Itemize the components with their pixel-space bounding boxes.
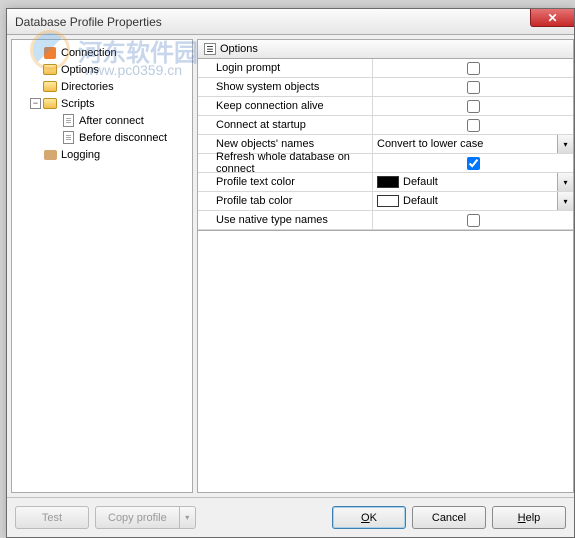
option-label[interactable]: Refresh whole database on connect [198,154,373,172]
copy-profile-group: Copy profile ▾ [95,506,196,529]
window-title: Database Profile Properties [15,15,162,29]
option-checkbox[interactable] [467,81,480,94]
tree-item-after-connect[interactable]: After connect [12,112,192,129]
titlebar[interactable]: Database Profile Properties ✕ [7,9,574,35]
tree-toggle-icon [30,81,41,92]
panel-header-label: Options [220,43,258,55]
tree-toggle-icon [30,149,41,160]
tree-toggle-icon [48,115,59,126]
tree-panel: ConnectionOptionsDirectories−ScriptsAfte… [11,39,193,493]
tree-item-label: After connect [79,115,144,127]
option-value[interactable] [373,154,573,172]
option-checkbox[interactable] [467,100,480,113]
tree-toggle-icon[interactable]: − [30,98,41,109]
copy-profile-dropdown[interactable]: ▾ [180,506,196,529]
ok-button[interactable]: OK [332,506,406,529]
chevron-down-icon[interactable]: ▾ [557,192,573,210]
option-value[interactable] [373,59,573,77]
option-value[interactable] [373,116,573,134]
dialog-window: Database Profile Properties ✕ Connection… [6,8,575,538]
tree-item-connection[interactable]: Connection [12,44,192,61]
close-button[interactable]: ✕ [530,9,574,27]
right-panel: ☰ Options Login promptShow system object… [197,39,574,493]
cancel-button[interactable]: Cancel [412,506,486,529]
content-area: Connection Options Directories − Scripts Afte… [7,35,574,497]
option-label[interactable]: Keep connection alive [198,97,373,115]
tree-item-scripts[interactable]: − Scripts [12,95,192,112]
option-label[interactable]: Login prompt [198,59,373,77]
option-label[interactable]: Use native type names [198,211,373,229]
copy-profile-button[interactable]: Copy profile [95,506,180,529]
tree-item-label: Directories [61,81,114,93]
chevron-down-icon[interactable]: ▾ [557,173,573,191]
panel-header: ☰ Options [197,39,574,59]
options-header-icon: ☰ [204,43,216,55]
option-row: Keep connection alive [198,97,573,116]
color-swatch [377,176,399,188]
test-button[interactable]: Test [15,506,89,529]
watermark-url: www.pc0359.cn [84,62,182,78]
option-row: Profile text color Default ▾ [198,173,573,192]
option-row: Show system objects [198,78,573,97]
option-row: Use native type names [198,211,573,230]
option-checkbox[interactable] [467,62,480,75]
option-label[interactable]: Show system objects [198,78,373,96]
tree-toggle-icon [48,132,59,143]
option-row: Refresh whole database on connect [198,154,573,173]
option-color-value: Default [403,176,438,188]
tree-item-logging[interactable]: Logging [12,146,192,163]
tree-item-label: Scripts [61,98,95,110]
page-icon [61,114,75,128]
option-label[interactable]: Profile text color [198,173,373,191]
option-select-value: Convert to lower case [377,138,483,150]
tree-item-directories[interactable]: Directories [12,78,192,95]
option-value[interactable] [373,78,573,96]
button-bar: Test Copy profile ▾ OK Cancel Help [7,497,574,537]
option-color-value: Default [403,195,438,207]
close-icon: ✕ [547,11,557,25]
page-icon [61,131,75,145]
option-checkbox[interactable] [467,157,480,170]
tree-item-label: Connection [61,47,117,59]
color-swatch [377,195,399,207]
option-label[interactable]: Connect at startup [198,116,373,134]
option-value[interactable] [373,211,573,229]
folder-icon [43,97,57,111]
folder-icon [43,63,57,77]
option-row: Connect at startup [198,116,573,135]
log-icon [43,148,57,162]
option-label[interactable]: Profile tab color [198,192,373,210]
tree-item-label: Before disconnect [79,132,167,144]
option-value[interactable]: Default ▾ [373,192,573,210]
tree-item-before-disconnect[interactable]: Before disconnect [12,129,192,146]
chevron-down-icon[interactable]: ▾ [557,135,573,153]
tree-toggle-icon [30,47,41,58]
folder-icon [43,80,57,94]
tree-item-label: Logging [61,149,100,161]
options-grid: Login promptShow system objectsKeep conn… [197,59,574,231]
option-value[interactable] [373,97,573,115]
tree-toggle-icon [30,64,41,75]
conn-icon [43,46,57,60]
option-value[interactable]: Convert to lower case ▾ [373,135,573,153]
option-checkbox[interactable] [467,119,480,132]
option-value[interactable]: Default ▾ [373,173,573,191]
option-row: Login prompt [198,59,573,78]
help-button[interactable]: Help [492,506,566,529]
grid-filler [197,231,574,493]
option-row: Profile tab color Default ▾ [198,192,573,211]
option-checkbox[interactable] [467,214,480,227]
